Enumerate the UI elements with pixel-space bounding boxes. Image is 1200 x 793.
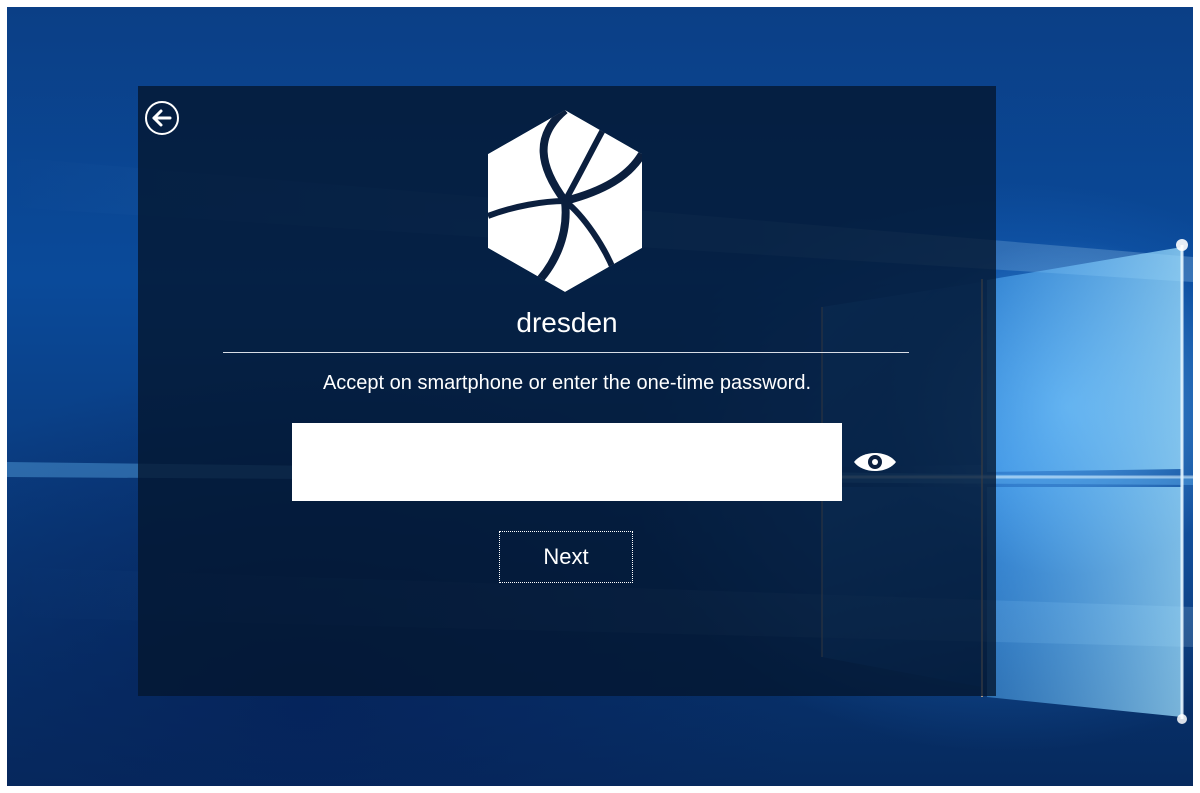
back-arrow-icon — [145, 101, 179, 135]
eye-icon — [854, 453, 896, 471]
next-button[interactable]: Next — [499, 531, 633, 583]
brand-name: dresden — [516, 307, 618, 338]
one-time-password-input[interactable] — [292, 423, 842, 501]
instruction-text: Accept on smartphone or enter the one-ti… — [322, 372, 812, 394]
divider — [223, 352, 909, 353]
back-button[interactable] — [144, 100, 180, 136]
dresden-logo-icon — [488, 110, 642, 292]
credential-panel: dresden Accept on smartphone or enter th… — [138, 86, 996, 696]
reveal-password-button[interactable] — [851, 448, 899, 476]
login-screen: dresden Accept on smartphone or enter th… — [0, 0, 1200, 793]
